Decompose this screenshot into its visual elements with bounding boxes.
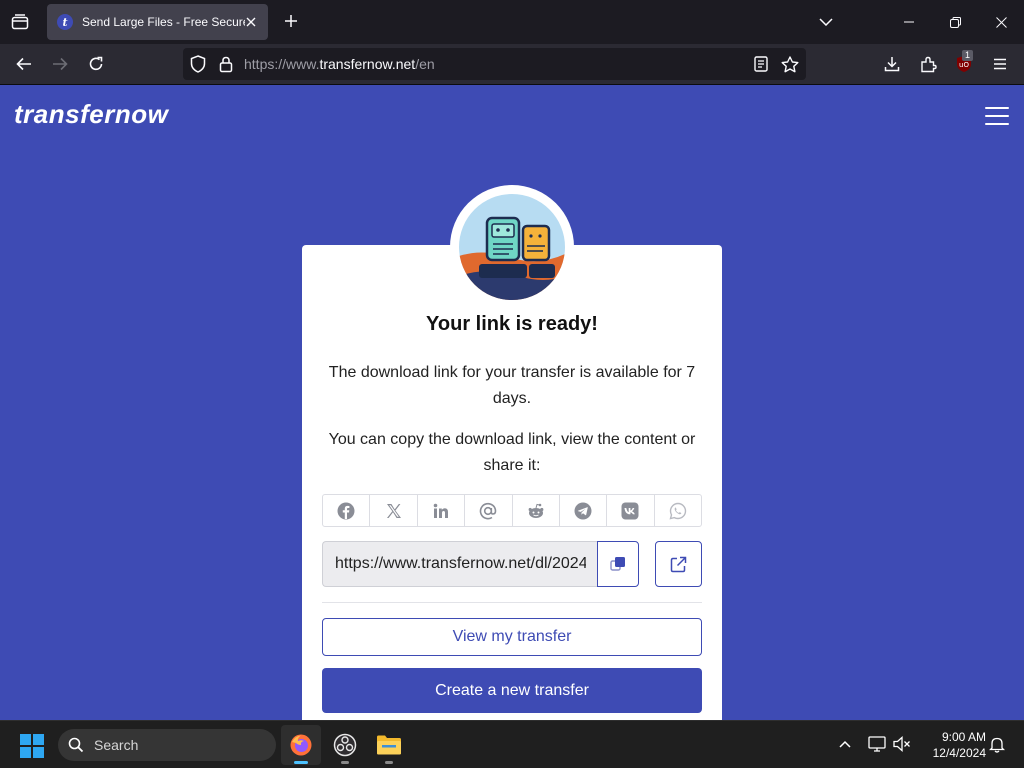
clock-date: 12/4/2024 xyxy=(932,746,986,760)
extension-count-badge: 1 xyxy=(962,50,974,61)
hamburger-menu-icon[interactable] xyxy=(985,107,1009,125)
downloads-icon[interactable] xyxy=(878,50,906,78)
search-icon xyxy=(68,737,84,753)
lock-icon[interactable] xyxy=(216,54,236,74)
transfer-illustration-avatar xyxy=(450,185,574,309)
reader-view-icon[interactable] xyxy=(751,54,771,74)
email-icon[interactable] xyxy=(465,495,513,526)
availability-text: The download link for your transfer is a… xyxy=(328,364,696,407)
view-transfer-button[interactable]: View my transfer xyxy=(322,618,702,656)
notification-bell-icon[interactable] xyxy=(986,733,1008,755)
page-content: transfernow Your link is ready! The down… xyxy=(0,85,1024,720)
transfernow-logo[interactable]: transfernow xyxy=(14,99,168,130)
copy-link-button[interactable] xyxy=(597,541,639,587)
volume-muted-icon[interactable] xyxy=(891,733,913,755)
card-divider xyxy=(322,602,702,603)
card-title: Your link is ready! xyxy=(426,313,598,335)
linkedin-icon[interactable] xyxy=(418,495,466,526)
clock-time: 9:00 AM xyxy=(941,730,986,744)
tab-list-icon[interactable] xyxy=(6,8,34,36)
file-explorer-taskbar-icon[interactable] xyxy=(369,725,409,765)
minimize-icon[interactable] xyxy=(886,0,932,44)
telegram-icon[interactable] xyxy=(560,495,608,526)
tab-title: Send Large Files - Free Secure F xyxy=(82,15,245,29)
close-tab-icon[interactable] xyxy=(243,14,259,30)
browser-nav-bar: https://www.transfernow.net/en uO xyxy=(0,44,1024,84)
restore-icon[interactable] xyxy=(932,0,978,44)
search-label: Search xyxy=(94,737,139,753)
external-link-icon xyxy=(670,556,687,572)
windows-start-icon[interactable] xyxy=(20,734,44,758)
windows-taskbar: Search 9:00 AM 12/4/2024 xyxy=(0,720,1024,768)
facebook-icon[interactable] xyxy=(323,495,371,526)
link-ready-card: Your link is ready! The download link fo… xyxy=(302,245,722,720)
new-tab-icon[interactable] xyxy=(279,9,303,33)
copy-icon xyxy=(610,557,625,571)
chevron-down-icon[interactable] xyxy=(814,10,838,34)
svg-text:uO: uO xyxy=(959,61,969,69)
whatsapp-icon[interactable] xyxy=(655,495,701,526)
system-clock[interactable]: 9:00 AM 12/4/2024 xyxy=(916,729,986,761)
url-text[interactable]: https://www.transfernow.net/en xyxy=(244,56,435,72)
forward-icon[interactable] xyxy=(46,50,74,78)
download-link-field[interactable] xyxy=(322,541,598,587)
chevron-up-icon[interactable] xyxy=(834,733,856,755)
x-icon[interactable] xyxy=(370,495,418,526)
firefox-taskbar-icon[interactable] xyxy=(281,725,321,765)
display-icon[interactable] xyxy=(866,733,888,755)
transfernow-favicon-icon: t xyxy=(57,14,73,30)
browser-tab-bar: t Send Large Files - Free Secure F xyxy=(0,0,1024,44)
bookmark-star-icon[interactable] xyxy=(780,54,800,74)
create-transfer-button[interactable]: Create a new transfer xyxy=(322,668,702,713)
browser-tab-active[interactable]: t Send Large Files - Free Secure F xyxy=(47,4,268,40)
close-window-icon[interactable] xyxy=(978,0,1024,44)
share-instructions-text: You can copy the download link, view the… xyxy=(328,431,696,474)
back-icon[interactable] xyxy=(10,50,38,78)
app-menu-icon[interactable] xyxy=(986,50,1014,78)
taskbar-search-box[interactable]: Search xyxy=(58,729,276,761)
reddit-icon[interactable] xyxy=(513,495,560,526)
vk-icon[interactable] xyxy=(607,495,655,526)
share-buttons-row xyxy=(322,494,702,527)
tracking-shield-icon[interactable] xyxy=(188,54,208,74)
reload-icon[interactable] xyxy=(82,50,110,78)
obs-taskbar-icon[interactable] xyxy=(325,725,365,765)
open-link-button[interactable] xyxy=(655,541,702,587)
url-bar[interactable]: https://www.transfernow.net/en xyxy=(183,48,806,80)
extensions-icon[interactable] xyxy=(914,50,942,78)
